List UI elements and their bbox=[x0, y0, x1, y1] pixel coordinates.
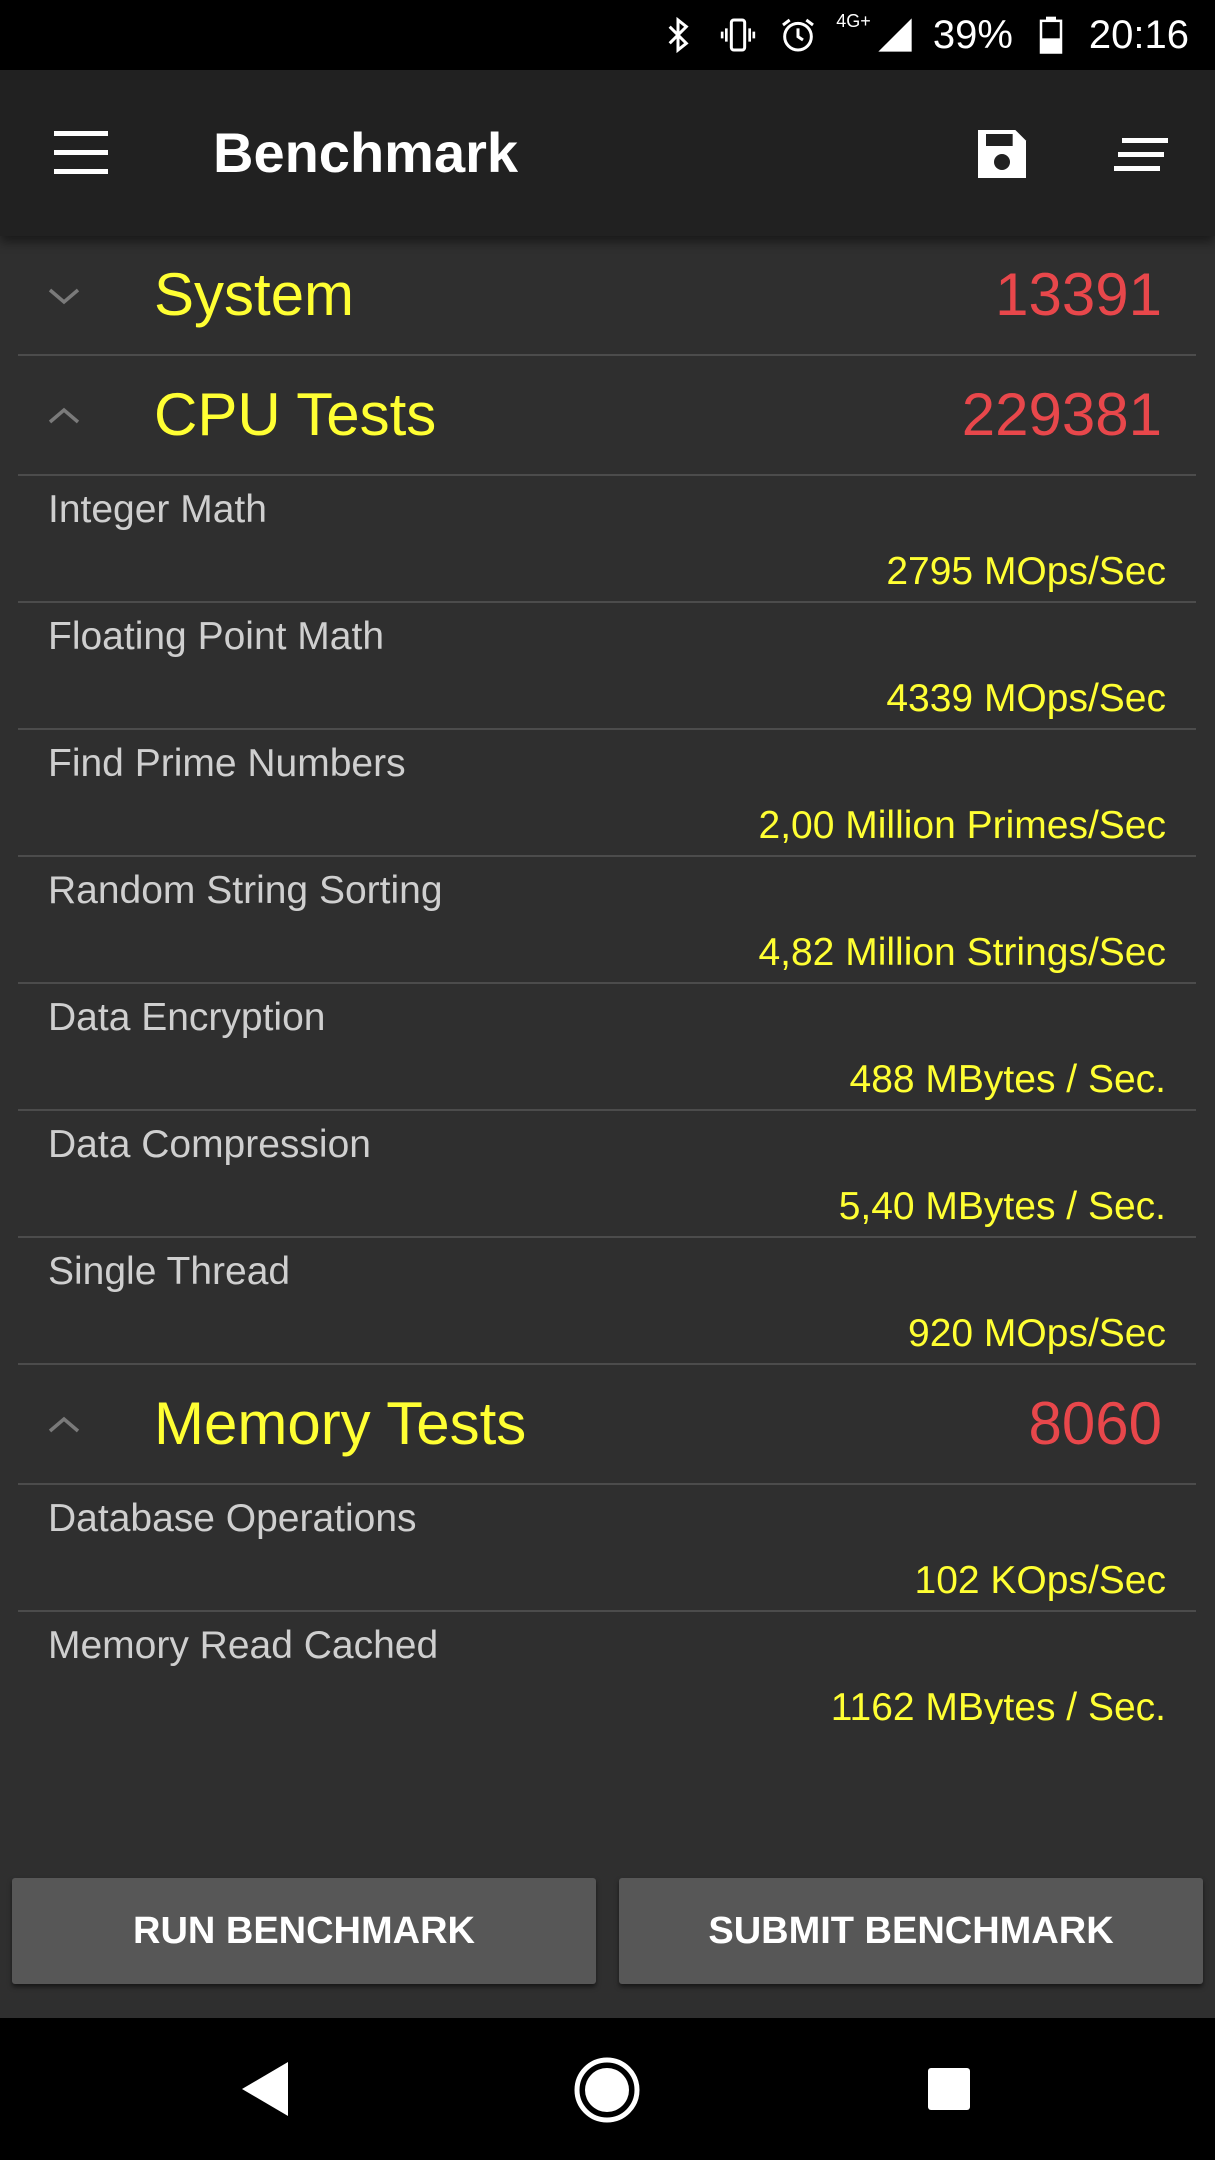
status-bar: 4G+ 39% 20:16 bbox=[0, 0, 1215, 70]
save-icon bbox=[978, 130, 1026, 178]
chevron-down-icon bbox=[48, 288, 80, 305]
test-name: Integer Math bbox=[48, 488, 267, 531]
vibrate-icon bbox=[716, 13, 760, 57]
chevron-up-icon bbox=[48, 407, 80, 424]
test-value: 4339 MOps/Sec bbox=[886, 677, 1166, 720]
section-title: System bbox=[154, 261, 355, 328]
test-row: Memory Read Cached 1162 MBytes / Sec. bbox=[18, 1612, 1196, 1724]
section-score: 13391 bbox=[995, 261, 1162, 328]
test-value: 488 MBytes / Sec. bbox=[849, 1058, 1166, 1101]
section-score: 8060 bbox=[1028, 1390, 1162, 1457]
test-value: 102 KOps/Sec bbox=[914, 1559, 1166, 1602]
test-name: Data Compression bbox=[48, 1123, 371, 1166]
battery-percent: 39% bbox=[932, 12, 1013, 57]
test-value: 2,00 Million Primes/Sec bbox=[758, 804, 1166, 847]
page-title: Benchmark bbox=[213, 121, 519, 184]
test-row: Floating Point Math 4339 MOps/Sec bbox=[18, 603, 1196, 730]
test-name: Find Prime Numbers bbox=[48, 742, 406, 785]
bluetooth-icon bbox=[656, 13, 700, 57]
alarm-icon bbox=[776, 13, 820, 57]
save-button[interactable] bbox=[970, 122, 1034, 186]
test-row: Find Prime Numbers 2,00 Million Primes/S… bbox=[18, 730, 1196, 857]
test-row: Data Encryption 488 MBytes / Sec. bbox=[18, 984, 1196, 1111]
menu-icon bbox=[54, 131, 108, 174]
test-name: Data Encryption bbox=[48, 996, 326, 1039]
test-value: 1162 MBytes / Sec. bbox=[830, 1686, 1166, 1724]
test-value: 4,82 Million Strings/Sec bbox=[758, 931, 1166, 974]
test-row: Data Compression 5,40 MBytes / Sec. bbox=[18, 1111, 1196, 1238]
section-memory-tests[interactable]: Memory Tests 8060 bbox=[18, 1365, 1196, 1485]
section-title: CPU Tests bbox=[154, 381, 437, 448]
benchmark-list[interactable]: System 13391 CPU Tests 229381 Integer Ma… bbox=[18, 236, 1196, 1724]
section-cpu-tests[interactable]: CPU Tests 229381 bbox=[18, 356, 1196, 476]
clock: 20:16 bbox=[1088, 12, 1189, 57]
test-value: 2795 MOps/Sec bbox=[886, 550, 1166, 593]
test-row: Random String Sorting 4,82 Million Strin… bbox=[18, 857, 1196, 984]
back-icon[interactable] bbox=[238, 2058, 294, 2120]
test-row: Single Thread 920 MOps/Sec bbox=[18, 1238, 1196, 1365]
test-value: 920 MOps/Sec bbox=[908, 1312, 1166, 1355]
battery-icon bbox=[1029, 13, 1073, 57]
menu-button[interactable] bbox=[50, 125, 112, 181]
test-name: Memory Read Cached bbox=[48, 1624, 439, 1667]
test-name: Random String Sorting bbox=[48, 869, 443, 912]
navigation-bar bbox=[0, 2018, 1215, 2160]
section-score: 229381 bbox=[961, 381, 1162, 448]
home-icon[interactable] bbox=[573, 2056, 641, 2124]
network-type: 4G+ bbox=[836, 10, 871, 31]
test-value: 5,40 MBytes / Sec. bbox=[838, 1185, 1166, 1228]
test-row: Integer Math 2795 MOps/Sec bbox=[18, 476, 1196, 603]
signal-icon bbox=[873, 13, 917, 57]
chevron-up-icon bbox=[48, 1416, 80, 1433]
section-system[interactable]: System 13391 bbox=[18, 236, 1196, 356]
test-row: Database Operations 102 KOps/Sec bbox=[18, 1485, 1196, 1612]
test-name: Single Thread bbox=[48, 1250, 291, 1293]
recent-apps-icon[interactable] bbox=[926, 2066, 972, 2112]
sort-button[interactable] bbox=[1112, 128, 1174, 184]
section-title: Memory Tests bbox=[154, 1390, 527, 1457]
app-toolbar: Benchmark bbox=[0, 70, 1215, 236]
sort-icon bbox=[1114, 138, 1168, 171]
test-name: Database Operations bbox=[48, 1497, 417, 1540]
run-benchmark-button[interactable]: RUN BENCHMARK bbox=[12, 1878, 596, 1984]
submit-benchmark-button[interactable]: SUBMIT BENCHMARK bbox=[619, 1878, 1203, 1984]
test-name: Floating Point Math bbox=[48, 615, 385, 658]
